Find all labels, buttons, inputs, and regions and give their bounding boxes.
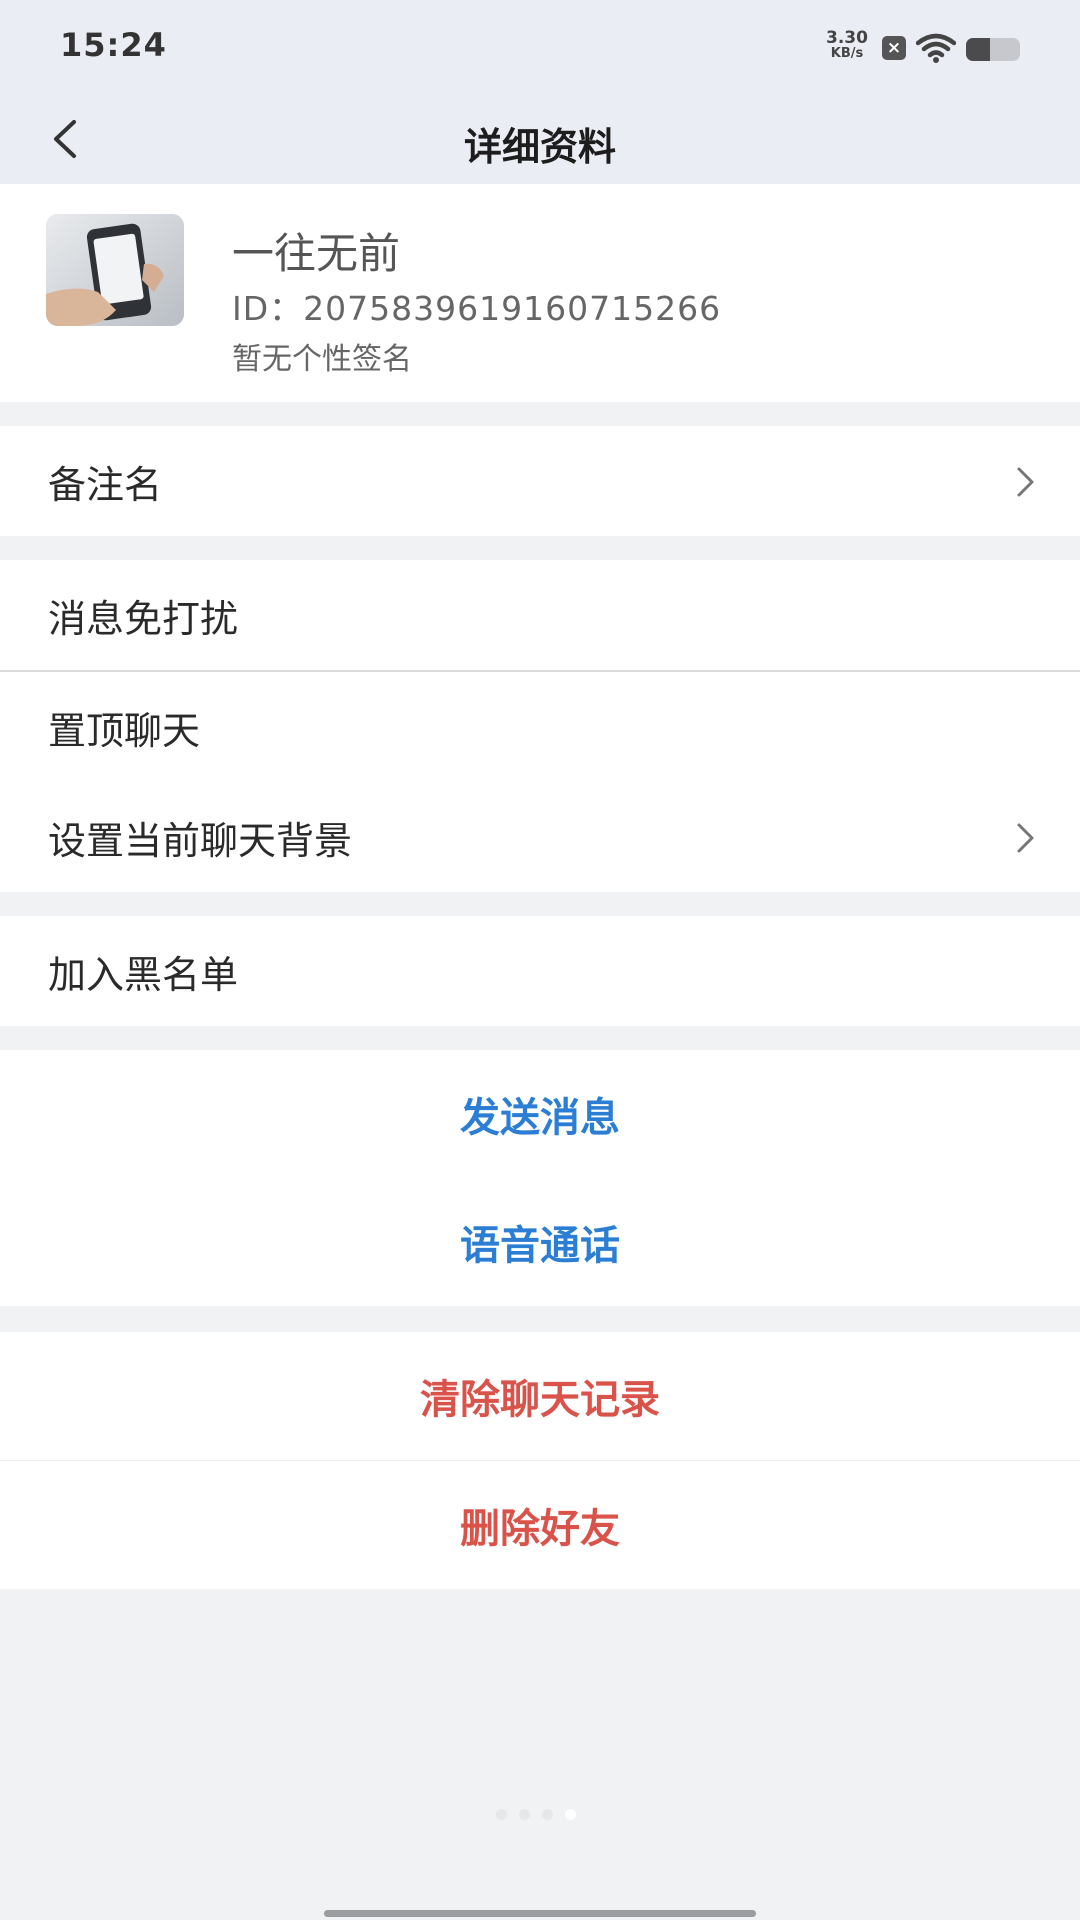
voice-call-button[interactable]: 语音通话 (0, 1178, 1080, 1306)
blacklist-section: 加入黑名单 (0, 916, 1080, 1026)
home-indicator[interactable] (324, 1910, 756, 1917)
chat-settings-section: 消息免打扰 置顶聊天 设置当前聊天背景 (0, 560, 1080, 892)
clear-history-button[interactable]: 清除聊天记录 (0, 1332, 1080, 1460)
wifi-icon (916, 33, 956, 63)
page-dot (496, 1808, 507, 1820)
avatar[interactable] (46, 214, 184, 326)
remark-row[interactable]: 备注名 (0, 426, 1080, 536)
profile-card: 一往无前 ID：2075839619160715266 暂无个性签名 (0, 184, 1080, 402)
mute-label: 消息免打扰 (48, 596, 239, 641)
chat-background-row[interactable]: 设置当前聊天背景 (0, 782, 1080, 892)
network-speed-unit: KB/s (830, 46, 864, 61)
profile-id: ID：2075839619160715266 (232, 289, 722, 328)
communication-actions: 发送消息 语音通话 (0, 1050, 1080, 1306)
page-indicator (496, 1807, 586, 1821)
chevron-right-icon (1017, 823, 1034, 853)
battery-level-fill (966, 38, 991, 61)
mute-row[interactable]: 消息免打扰 (0, 560, 1080, 670)
page-title: 详细资料 (463, 125, 616, 169)
x-box-icon: × (882, 36, 906, 60)
avatar-image (46, 214, 184, 326)
nav-bar: 详细资料 (0, 96, 1080, 184)
chevron-right-icon (1017, 467, 1034, 497)
network-speed-value: 3.30 (826, 28, 868, 48)
blacklist-label: 加入黑名单 (48, 952, 239, 997)
page-dot (519, 1808, 530, 1820)
network-speed: 3.30 KB/s (822, 28, 872, 62)
page-dot (565, 1808, 576, 1820)
pin-chat-label: 置顶聊天 (48, 708, 201, 753)
blacklist-row[interactable]: 加入黑名单 (0, 916, 1080, 1026)
battery-icon (966, 38, 1020, 61)
danger-actions: 清除聊天记录 删除好友 (0, 1332, 1080, 1589)
profile-name: 一往无前 (232, 229, 401, 278)
profile-signature: 暂无个性签名 (232, 342, 412, 377)
status-bar: 15:24 3.30 KB/s × (0, 0, 1080, 96)
pin-chat-row[interactable]: 置顶聊天 (0, 672, 1080, 782)
delete-friend-button[interactable]: 删除好友 (0, 1461, 1080, 1589)
remark-label: 备注名 (48, 462, 163, 507)
send-message-button[interactable]: 发送消息 (0, 1050, 1080, 1178)
remark-section: 备注名 (0, 426, 1080, 536)
status-time: 15:24 (60, 26, 167, 64)
page-dot (542, 1808, 553, 1820)
chat-background-label: 设置当前聊天背景 (48, 818, 353, 863)
